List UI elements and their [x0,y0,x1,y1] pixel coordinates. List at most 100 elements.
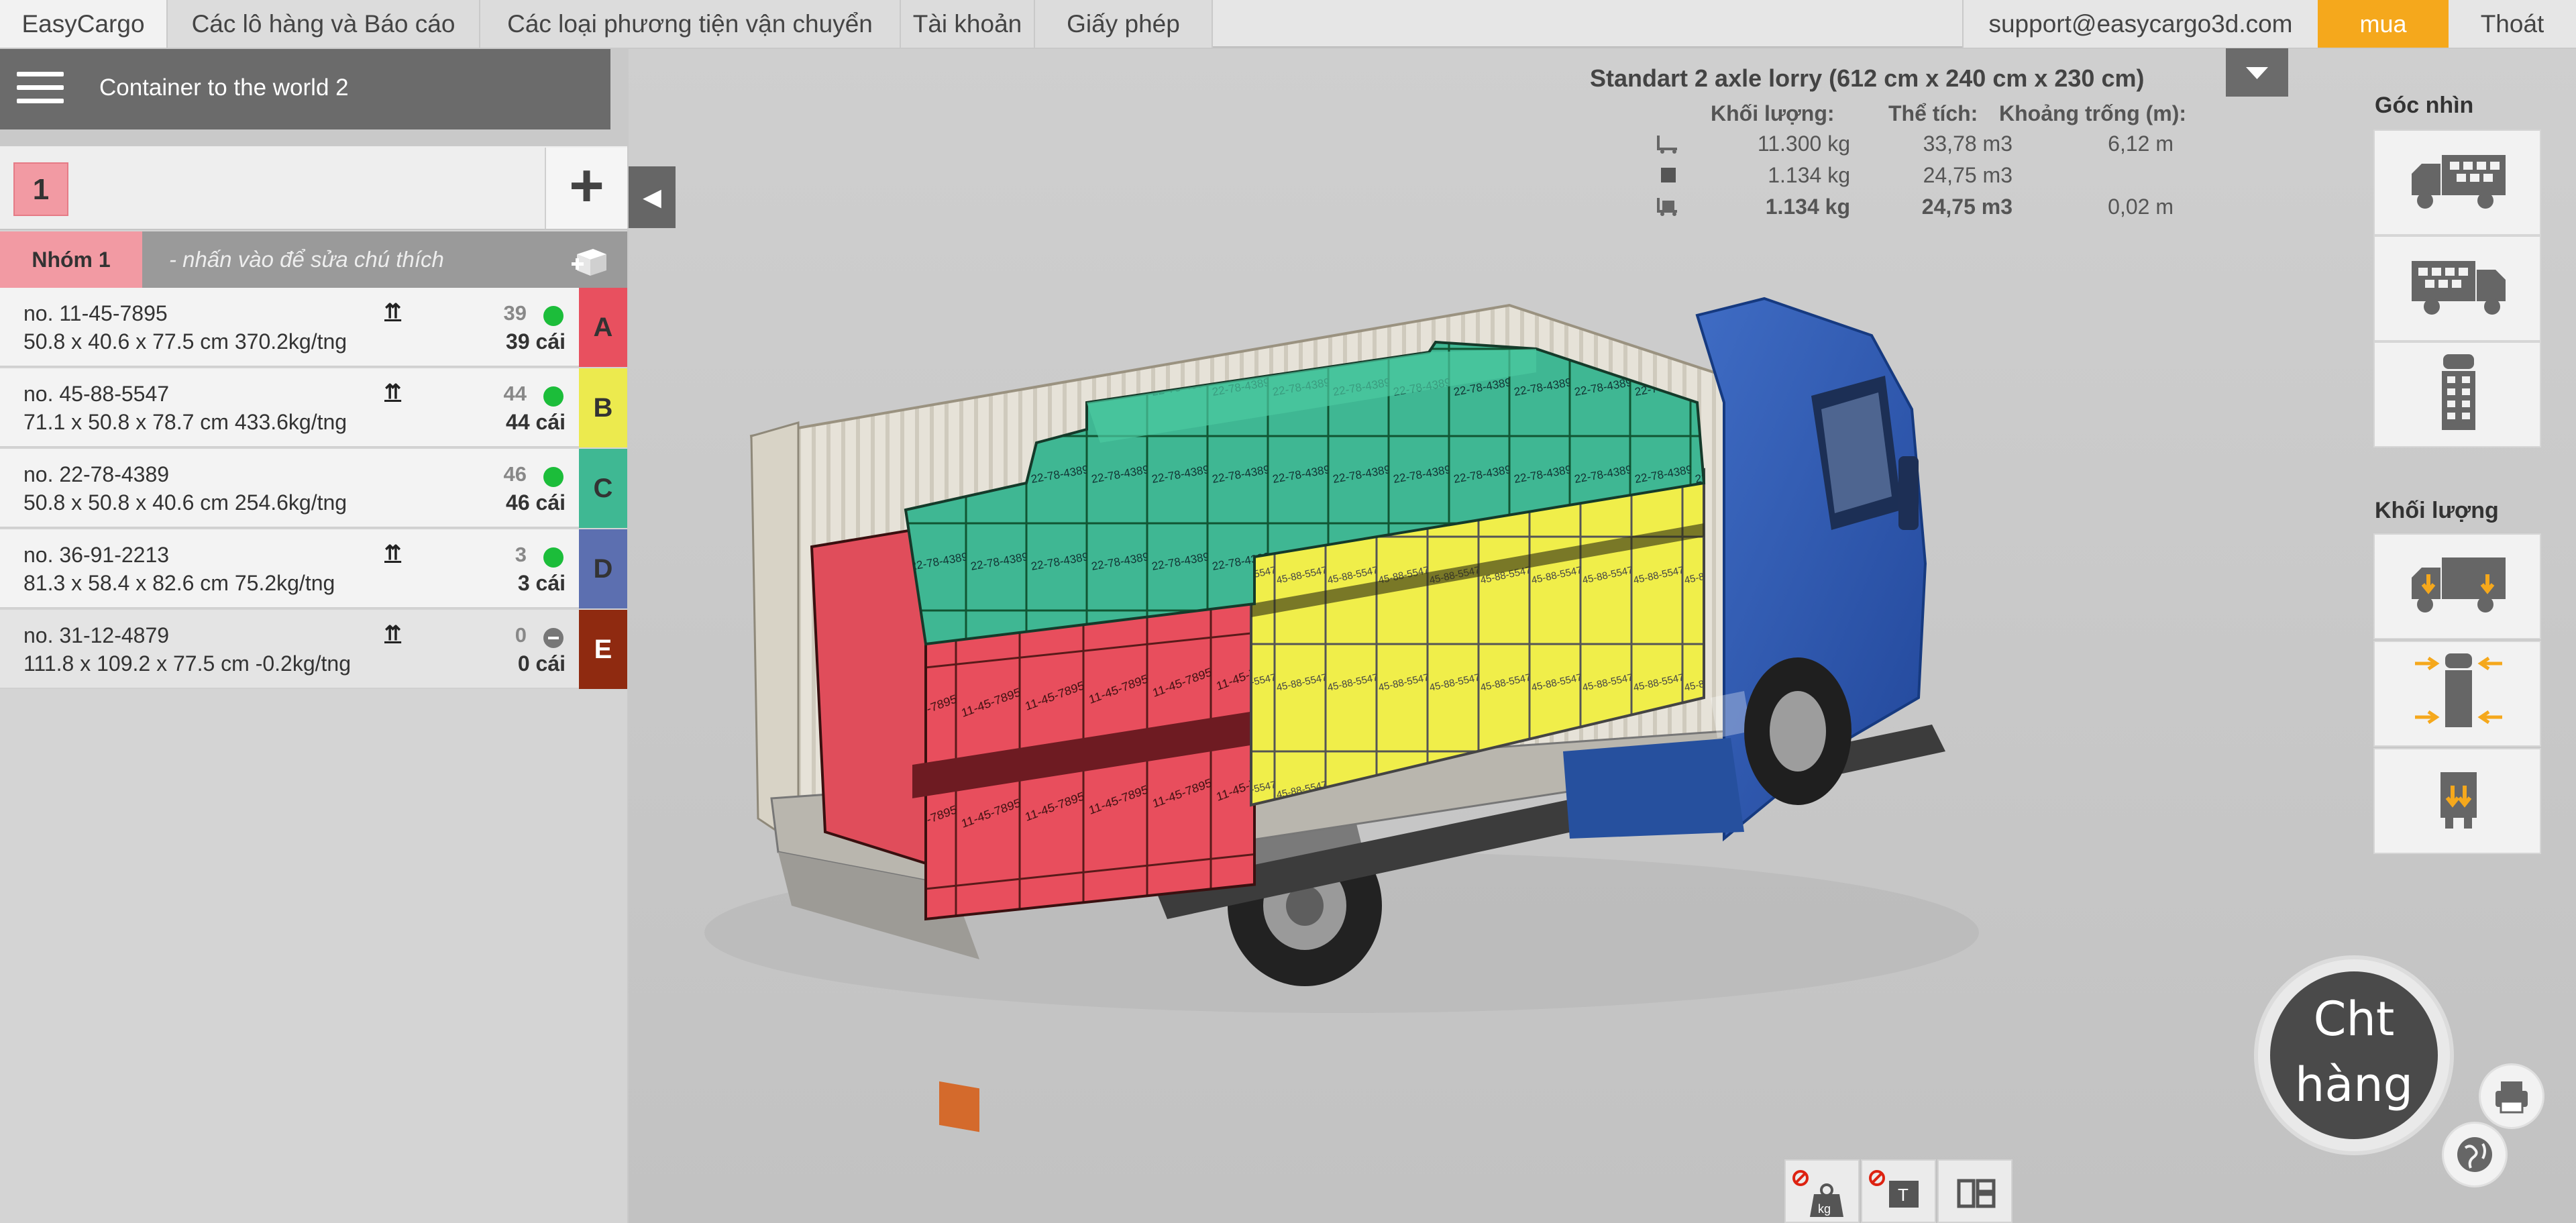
group-header: Nhóm 1 - nhấn vào để sửa chú thích [0,231,627,288]
cargo-dims: 50.8 x 50.8 x 40.6 cm 254.6kg/tng [23,490,347,515]
cart-icon [1657,136,1677,154]
stat-max-weight: 11.300 kg [1757,131,1850,156]
cargo-row-e[interactable]: no. 31-12-4879 111.8 x 109.2 x 77.5 cm -… [0,610,627,689]
svg-text:T: T [1898,1185,1909,1205]
stat-free-space: 0,02 m [2108,195,2174,219]
status-dot-icon [543,386,564,407]
truck-top-icon [2442,354,2475,430]
globe-icon [2457,1137,2492,1172]
cargo-name: no. 36-91-2213 [23,543,170,567]
cargo-qty: 0 cái [517,651,566,676]
add-group-button[interactable]: + [545,148,627,229]
view-side-button[interactable] [2373,129,2541,235]
collapse-panel-icon[interactable]: ◀ [629,166,676,228]
layout-view-button[interactable] [1937,1159,2012,1223]
cargo-letter: D [579,529,627,608]
cargo-qty-loaded: 44 [503,382,527,405]
view-side-reverse-button[interactable] [2373,235,2541,341]
load-button-line1: Cht [2313,992,2395,1047]
cargo-row-a[interactable]: no. 11-45-7895 50.8 x 40.6 x 77.5 cm 370… [0,288,627,367]
truck-side-reverse-icon [2412,261,2506,315]
no-weight-icon: kg [1792,1170,1843,1217]
svg-text:kg: kg [1818,1202,1831,1216]
cargo-letter: B [579,368,627,447]
load-cargo-button-inner[interactable]: Cht hàng [2270,971,2438,1139]
cargo-qty: 39 cái [506,329,566,354]
cargo-name: no. 22-78-4389 [23,462,170,486]
layout-grid-icon [1957,1179,1996,1208]
stat-max-space: 6,12 m [2108,131,2174,156]
weight-lateral-button[interactable] [2373,641,2541,747]
weight-rear-icon [2440,772,2477,829]
nav-license[interactable]: Giấy phép [1035,0,1213,48]
cargo-letter: C [579,449,627,528]
project-bar: Container to the world 2 [0,49,610,129]
cargo-dims: 81.3 x 58.4 x 82.6 cm 75.2kg/tng [23,571,335,595]
cargo-qty-loaded: 39 [503,301,527,325]
cargo-qty-loaded: 46 [503,462,527,486]
stat-cargo-volume: 24,75 m3 [1923,163,2012,187]
nav-shipments[interactable]: Các lô hàng và Báo cáo [168,0,480,48]
top-navigation: EasyCargo Các lô hàng và Báo cáo Các loạ… [0,0,2576,48]
weight-title: Khối lượng [2375,498,2499,523]
stackable-icon: ⇈ [384,301,402,323]
front-wheel [1744,657,1851,805]
group-tabs [0,146,627,230]
views-title: Góc nhìn [2375,93,2474,118]
nav-support-email[interactable]: support@easycargo3d.com [1962,0,2318,48]
truck-side-icon [2412,155,2506,209]
stat-max-volume: 33,78 m3 [1923,131,2012,156]
nav-vehicles[interactable]: Các loại phương tiện vận chuyển [480,0,901,48]
cargo-row-b[interactable]: no. 45-88-5547 71.1 x 50.8 x 78.7 cm 433… [0,368,627,447]
load-button-line2: hàng [2294,1057,2414,1112]
status-dot-icon [543,306,564,326]
stat-header-volume: Thể tích: [1888,101,1978,125]
status-dot-icon [543,547,564,568]
menu-icon[interactable] [17,72,64,105]
print-button[interactable] [2479,1063,2544,1129]
cargo-row-c[interactable]: no. 22-78-4389 50.8 x 50.8 x 40.6 cm 254… [0,449,627,528]
cargo-dims: 111.8 x 109.2 x 77.5 cm -0.2kg/tng [23,651,351,676]
cargo-qty-loaded: 0 [515,623,527,647]
stackable-icon: ⇈ [384,542,402,564]
cargo-dims: 71.1 x 50.8 x 78.7 cm 433.6kg/tng [23,410,347,434]
group-tab-1[interactable]: 1 [13,162,68,216]
chevron-down-icon [2246,67,2268,79]
cargo-name: no. 31-12-4879 [23,623,170,647]
add-cargo-icon[interactable] [570,244,610,277]
truck-dropdown-button[interactable] [2226,48,2288,97]
loaded-cart-icon [1657,198,1677,216]
truck-title[interactable]: Standart 2 axle lorry (612 cm x 240 cm x… [1590,64,2144,93]
weight-axle-button[interactable] [2373,533,2541,639]
hide-labels-button[interactable]: T [1861,1159,1936,1223]
stat-header-weight: Khối lượng: [1711,101,1835,125]
nav-account[interactable]: Tài khoản [901,0,1035,48]
printer-icon [2496,1081,2528,1114]
disabled-status-icon [543,628,564,648]
cargo-qty: 44 cái [506,410,566,434]
nav-brand[interactable]: EasyCargo [0,0,168,48]
cargo-row-d[interactable]: no. 36-91-2213 81.3 x 58.4 x 82.6 cm 75.… [0,529,627,608]
cargo-letter: E [579,610,627,689]
stat-header-space: Khoảng trống (m): [1999,101,2187,125]
cargo-qty: 46 cái [506,490,566,515]
load-cargo-button[interactable]: Cht hàng [2254,955,2454,1155]
cargo-letter: A [579,288,627,367]
view-top-button[interactable] [2373,341,2541,447]
weight-rear-button[interactable] [2373,748,2541,854]
weight-distribution-icon [2412,557,2506,613]
buy-button[interactable]: mua [2318,0,2449,48]
stat-cargo-weight: 1.134 kg [1768,163,1850,187]
status-dot-icon [543,467,564,487]
share-button[interactable] [2442,1122,2508,1187]
cargo-qty-loaded: 3 [515,543,527,566]
cargo-name: no. 11-45-7895 [23,301,168,325]
group-label[interactable]: Nhóm 1 [0,231,142,288]
stat-loaded-volume: 24,75 m3 [1921,195,2012,219]
logout-button[interactable]: Thoát [2449,0,2576,48]
cargo-qty: 3 cái [517,571,566,595]
project-name[interactable]: Container to the world 2 [99,74,349,101]
hide-weight-button[interactable]: kg [1784,1159,1860,1223]
group-note[interactable]: - nhấn vào để sửa chú thích [169,231,444,288]
stat-loaded-weight: 1.134 kg [1765,195,1850,219]
